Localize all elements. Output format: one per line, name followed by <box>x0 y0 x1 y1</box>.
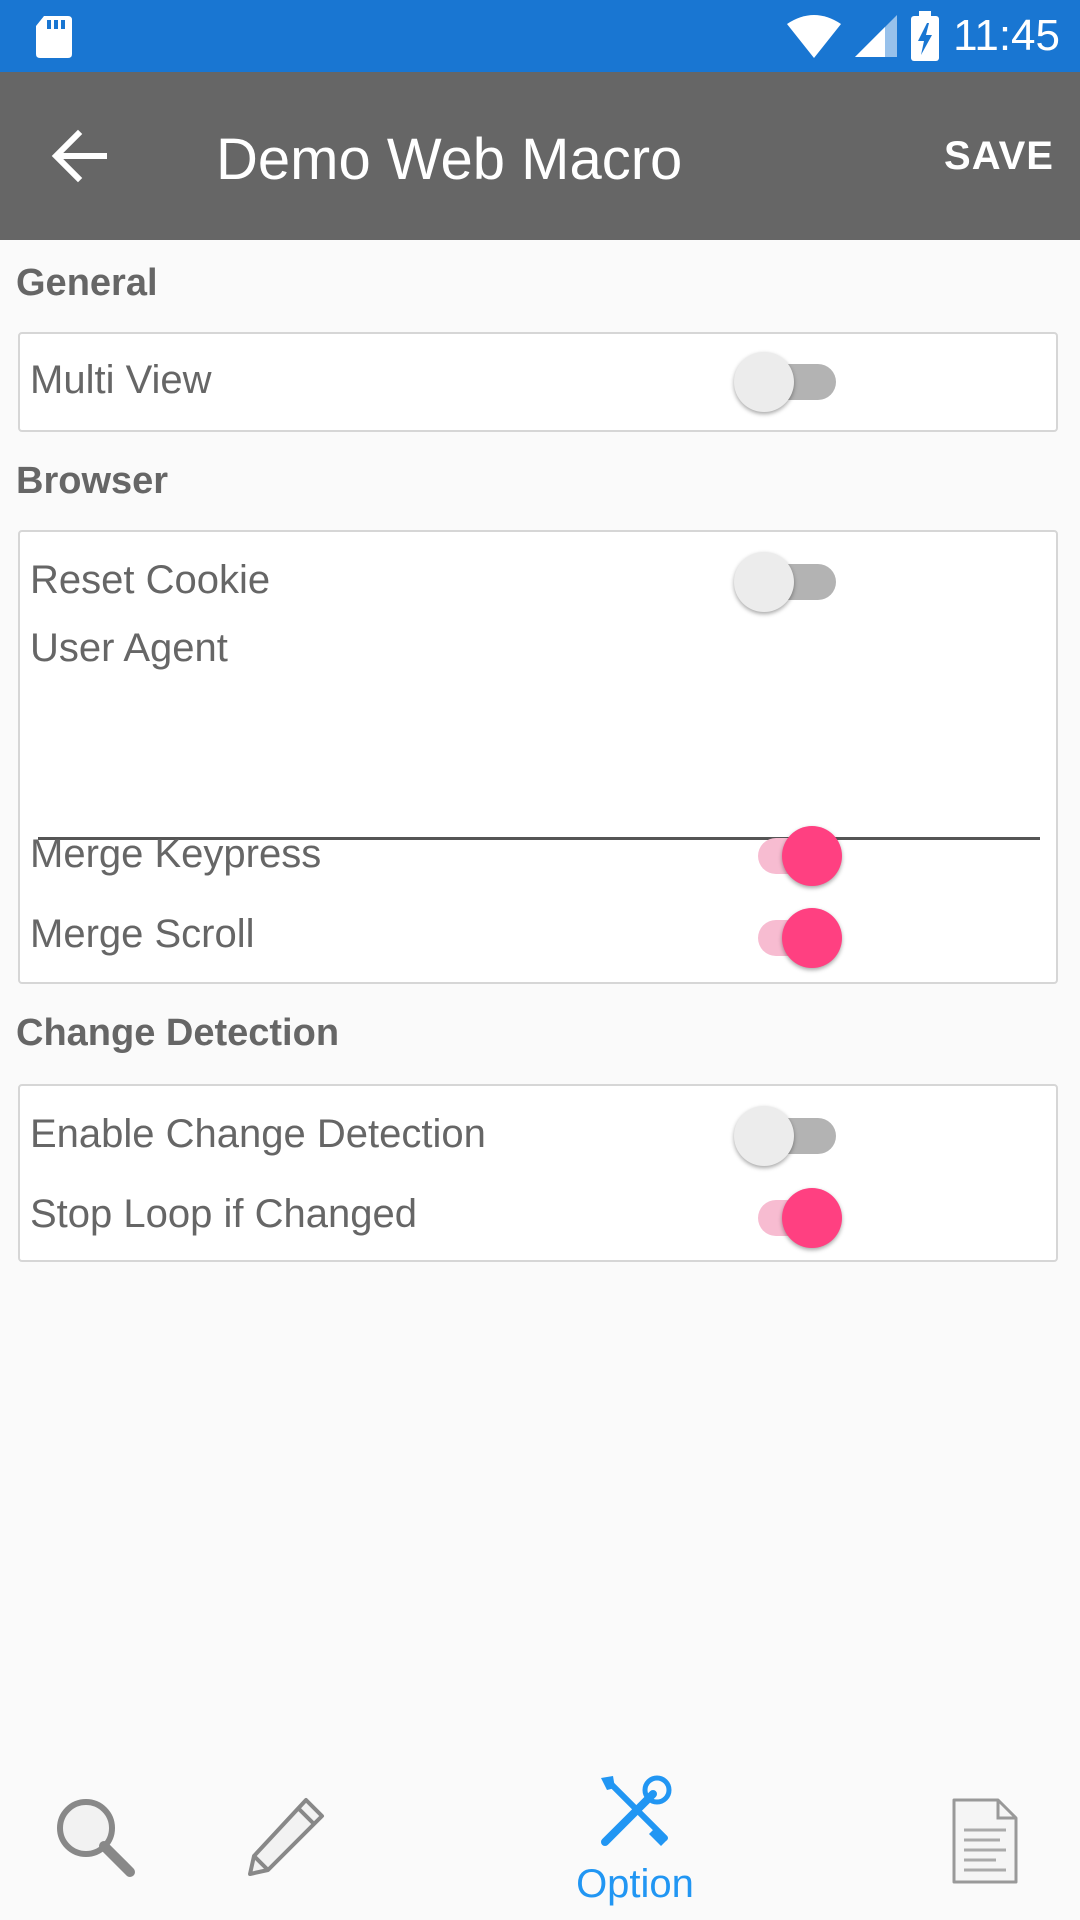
user-agent-input[interactable] <box>38 772 1040 840</box>
user-agent-label: User Agent <box>30 626 228 670</box>
back-button[interactable] <box>44 124 116 188</box>
nav-option-label: Option <box>576 1862 694 1906</box>
merge-scroll-switch[interactable] <box>734 906 844 970</box>
reset-cookie-label: Reset Cookie <box>30 558 271 602</box>
sd-card-icon <box>36 16 72 58</box>
status-bar: 11:45 <box>0 0 1080 72</box>
nav-edit-button[interactable] <box>240 1792 340 1892</box>
section-title-general: General <box>16 262 158 304</box>
multi-view-label: Multi View <box>30 358 212 402</box>
stop-loop-if-changed-switch[interactable] <box>734 1186 844 1250</box>
tools-icon <box>601 1775 672 1846</box>
switch-thumb <box>734 352 794 412</box>
merge-scroll-label: Merge Scroll <box>30 912 255 956</box>
nav-document-button[interactable] <box>950 1796 1020 1886</box>
stop-loop-if-changed-label: Stop Loop if Changed <box>30 1192 417 1236</box>
enable-change-detection-label: Enable Change Detection <box>30 1112 486 1156</box>
merge-keypress-switch[interactable] <box>734 824 844 888</box>
pencil-icon <box>248 1798 324 1876</box>
enable-change-detection-switch[interactable] <box>734 1104 844 1168</box>
multi-view-switch[interactable] <box>734 350 844 414</box>
nav-search-button[interactable] <box>50 1792 150 1892</box>
reset-cookie-switch[interactable] <box>734 550 844 614</box>
browser-card: Reset Cookie User Agent Merge Keypress M… <box>18 530 1058 984</box>
switch-thumb <box>734 552 794 612</box>
bottom-navigation: Option <box>0 1760 1080 1920</box>
arrow-left-icon <box>51 129 107 183</box>
nav-option-button[interactable]: Option <box>565 1772 705 1912</box>
battery-charging-icon <box>911 11 940 61</box>
general-card: Multi View <box>18 332 1058 432</box>
switch-thumb <box>782 1188 842 1248</box>
section-title-change-detection: Change Detection <box>16 1012 340 1054</box>
clock-time: 11:45 <box>953 11 1060 60</box>
document-icon <box>952 1798 1018 1884</box>
merge-keypress-label: Merge Keypress <box>30 832 322 876</box>
app-bar: Demo Web Macro SAVE <box>0 72 1080 240</box>
cell-signal-icon <box>855 15 898 57</box>
search-icon <box>57 1799 135 1877</box>
page-title: Demo Web Macro <box>216 127 683 192</box>
switch-thumb <box>734 1106 794 1166</box>
switch-thumb <box>782 908 842 968</box>
save-button[interactable]: SAVE <box>944 134 1054 179</box>
wifi-icon <box>787 15 842 58</box>
change-detection-card: Enable Change Detection Stop Loop if Cha… <box>18 1084 1058 1262</box>
section-title-browser: Browser <box>16 460 169 502</box>
switch-thumb <box>782 826 842 886</box>
